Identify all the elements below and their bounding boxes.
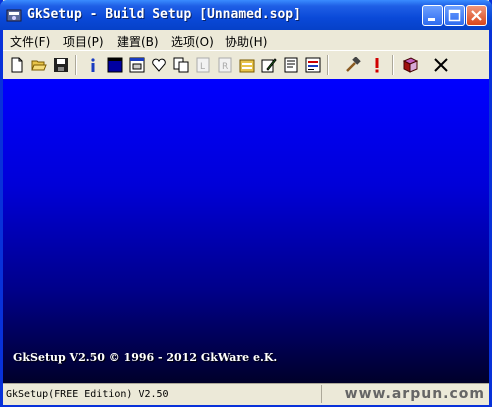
close-icon	[471, 10, 482, 21]
edit-icon	[261, 58, 277, 73]
title-bar[interactable]: GkSetup - Build Setup [Unnamed.sop]	[0, 0, 492, 30]
script-button[interactable]	[280, 54, 302, 76]
app-icon[interactable]	[6, 7, 22, 23]
document-l-icon: L	[196, 57, 210, 73]
document-l-button: L	[192, 54, 214, 76]
close-button[interactable]	[466, 5, 487, 26]
registry-icon	[305, 57, 321, 73]
window-icon	[107, 57, 123, 73]
copy-button[interactable]	[170, 54, 192, 76]
menu-help[interactable]: 协助(H)	[225, 33, 267, 50]
open-button[interactable]	[28, 54, 50, 76]
toolbar-separator	[327, 55, 329, 75]
menu-options[interactable]: 选项(O)	[171, 33, 214, 50]
svg-text:R: R	[222, 62, 228, 72]
run-exclamation-icon	[375, 58, 379, 73]
menu-project[interactable]: 项目(P)	[63, 33, 104, 50]
build-hammer-icon	[346, 57, 361, 72]
info-icon	[91, 58, 95, 72]
copy-icon	[173, 57, 189, 73]
exit-button[interactable]	[430, 54, 452, 76]
save-button[interactable]	[50, 54, 72, 76]
menu-file[interactable]: 文件(F)	[10, 33, 50, 50]
edit-button[interactable]	[258, 54, 280, 76]
svg-text:L: L	[200, 62, 205, 72]
status-bar: GkSetup(FREE Edition) V2.50 www.arpun.co…	[3, 383, 489, 405]
toolbar: L R	[3, 50, 489, 80]
minimize-button[interactable]	[422, 5, 443, 26]
dialog-icon	[129, 57, 145, 73]
heart-icon	[152, 58, 166, 72]
registry-button[interactable]	[302, 54, 324, 76]
minimize-icon	[428, 18, 435, 21]
status-text: GkSetup(FREE Edition) V2.50	[6, 389, 169, 400]
new-file-icon	[11, 57, 23, 73]
main-workspace[interactable]: GkSetup V2.50 © 1996 - 2012 GkWare e.K.	[3, 79, 489, 383]
menu-bar: 文件(F) 项目(P) 建置(B) 选项(O) 协助(H)	[3, 30, 489, 50]
document-r-icon: R	[218, 57, 232, 73]
status-panel: GkSetup(FREE Edition) V2.50	[3, 385, 322, 403]
dialog-button[interactable]	[126, 54, 148, 76]
build-button[interactable]	[342, 54, 364, 76]
files-button[interactable]	[236, 54, 258, 76]
open-folder-icon	[31, 60, 47, 71]
toolbar-separator	[392, 55, 394, 75]
new-file-button[interactable]	[6, 54, 28, 76]
window-button[interactable]	[104, 54, 126, 76]
maximize-icon	[448, 9, 461, 22]
help-book-icon	[402, 57, 418, 73]
maximize-button[interactable]	[444, 5, 465, 26]
info-button[interactable]	[82, 54, 104, 76]
files-icon	[239, 59, 255, 73]
heart-button[interactable]	[148, 54, 170, 76]
watermark-text: www.arpun.com	[344, 386, 485, 402]
toolbar-separator	[75, 55, 77, 75]
run-button[interactable]	[366, 54, 388, 76]
save-icon	[54, 58, 68, 72]
app-window: GkSetup - Build Setup [Unnamed.sop] 文件(F…	[0, 0, 492, 407]
window-title: GkSetup - Build Setup [Unnamed.sop]	[27, 7, 301, 22]
help-button[interactable]	[399, 54, 421, 76]
script-icon	[284, 57, 298, 73]
menu-build[interactable]: 建置(B)	[117, 33, 159, 50]
exit-x-icon	[434, 58, 448, 72]
copyright-text: GkSetup V2.50 © 1996 - 2012 GkWare e.K.	[13, 351, 278, 364]
document-r-button: R	[214, 54, 236, 76]
